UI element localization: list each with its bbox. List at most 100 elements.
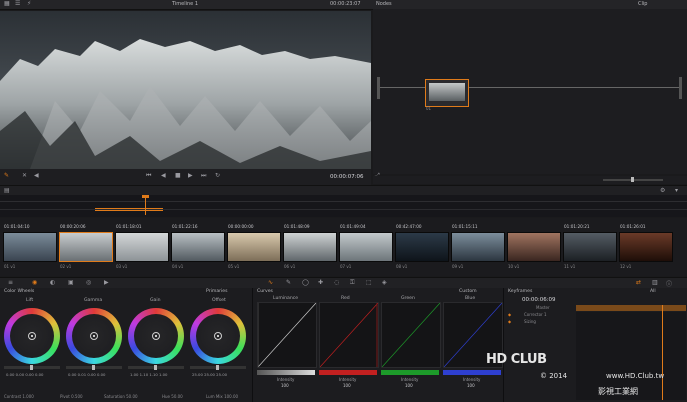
- offset-wheel[interactable]: [190, 308, 246, 364]
- clip-thumbnail[interactable]: [563, 232, 617, 262]
- skip-forward-icon[interactable]: ⏭: [201, 172, 206, 180]
- clip-thumbnail[interactable]: [227, 232, 281, 262]
- timeline-icon[interactable]: ▤: [4, 187, 10, 194]
- track-master[interactable]: Master: [536, 305, 550, 311]
- viewer[interactable]: [0, 11, 371, 169]
- node-input[interactable]: [377, 77, 380, 99]
- track-toggle-icon[interactable]: ◆: [508, 319, 511, 325]
- clip-thumbnail[interactable]: [283, 232, 337, 262]
- play-icon[interactable]: ▶: [188, 172, 193, 179]
- playhead-marker[interactable]: [142, 195, 149, 198]
- contrast-value[interactable]: Contrast 1.000: [4, 394, 34, 400]
- intensity-value[interactable]: 100: [343, 383, 351, 388]
- sizing-icon[interactable]: ⬚: [366, 279, 372, 286]
- intensity-value[interactable]: 100: [467, 383, 475, 388]
- gamma-wheel[interactable]: [66, 308, 122, 364]
- clip-thumbnail[interactable]: [619, 232, 673, 262]
- keyframe-playhead[interactable]: [662, 305, 663, 400]
- settings-icon[interactable]: ⚙: [660, 187, 665, 194]
- wheel-puck[interactable]: [214, 332, 222, 340]
- tracker-icon[interactable]: ✚: [318, 279, 323, 286]
- wheel-puck[interactable]: [28, 332, 36, 340]
- luminance-curve[interactable]: [257, 302, 317, 368]
- master-slider[interactable]: [66, 365, 122, 370]
- blur-icon[interactable]: ◌: [334, 279, 339, 286]
- intensity-value[interactable]: 100: [405, 383, 413, 388]
- curves-mode-selector[interactable]: Custom: [459, 289, 477, 295]
- camera-icon[interactable]: ◎: [86, 279, 91, 286]
- wand-icon[interactable]: ⚡: [27, 0, 31, 7]
- track-toggle-icon[interactable]: ◆: [508, 312, 511, 318]
- qualifier-icon[interactable]: ✎: [286, 279, 291, 286]
- keyframe-filter[interactable]: All: [650, 289, 656, 295]
- playhead[interactable]: [145, 197, 146, 215]
- hue-value[interactable]: Hue 50.00: [162, 394, 183, 400]
- keyframe-icon[interactable]: ⇄: [636, 279, 641, 286]
- intensity-value[interactable]: 100: [281, 383, 289, 388]
- lift-wheel[interactable]: [4, 308, 60, 364]
- luminance-intensity-bar[interactable]: [257, 370, 315, 375]
- wheels-mode-selector[interactable]: Primaries: [206, 289, 228, 295]
- track-corrector[interactable]: Corrector 1: [524, 312, 547, 318]
- lum-mix-value[interactable]: Lum Mix 100.00: [206, 394, 238, 400]
- clip-thumbnail[interactable]: [171, 232, 225, 262]
- clip-thumbnail[interactable]: [507, 232, 561, 262]
- 3d-icon[interactable]: ◈: [382, 279, 387, 286]
- clip-thumbnail-selected[interactable]: [59, 232, 113, 262]
- wheel-puck[interactable]: [90, 332, 98, 340]
- master-slider[interactable]: [190, 365, 246, 370]
- keyframe-ruler[interactable]: [576, 305, 686, 311]
- timeline-ruler[interactable]: [0, 195, 687, 217]
- clip-track: v1: [10, 264, 16, 269]
- clip-number: 11: [564, 264, 570, 269]
- saturation-value[interactable]: Saturation 50.00: [104, 394, 138, 400]
- node-editor[interactable]: 01: [373, 9, 687, 174]
- master-slider[interactable]: [4, 365, 60, 370]
- grid-icon[interactable]: ▦: [4, 0, 10, 7]
- clip-track: v1: [122, 264, 128, 269]
- curves-icon[interactable]: ∿: [268, 279, 273, 286]
- zoom-slider-handle[interactable]: [631, 177, 634, 182]
- clip-thumbnail[interactable]: [395, 232, 449, 262]
- clip-label[interactable]: Clip: [638, 1, 647, 7]
- wheel-puck[interactable]: [152, 332, 160, 340]
- blue-intensity-bar[interactable]: [443, 370, 501, 375]
- scope-icon[interactable]: ▥: [652, 279, 658, 286]
- clip-thumbnail[interactable]: [451, 232, 505, 262]
- clip-number: 08: [396, 264, 402, 269]
- green-intensity-bar[interactable]: [381, 370, 439, 375]
- window-icon[interactable]: ◯: [302, 279, 309, 286]
- keyframes-panel: Keyframes All 00:00:06:09 Master ◆ Corre…: [503, 288, 687, 402]
- filter-icon[interactable]: ▾: [675, 187, 678, 194]
- node-output[interactable]: [679, 77, 682, 99]
- lut-icon[interactable]: ▣: [68, 279, 74, 286]
- skip-back-icon[interactable]: ⏮: [146, 172, 151, 180]
- color-wheel-icon[interactable]: ◉: [32, 279, 37, 286]
- hsl-icon[interactable]: ◐: [50, 279, 55, 286]
- info-icon[interactable]: ⓘ: [666, 279, 672, 288]
- master-slider[interactable]: [128, 365, 184, 370]
- clip-thumbnail[interactable]: [339, 232, 393, 262]
- key-icon[interactable]: ⚿: [350, 279, 355, 287]
- intensity-label: Intensity: [339, 377, 357, 382]
- play-reverse-icon[interactable]: ◀: [161, 172, 166, 179]
- speaker-icon[interactable]: ◀: [34, 172, 39, 179]
- track-sizing[interactable]: Sizing: [524, 319, 536, 325]
- loop-icon[interactable]: ↻: [215, 172, 220, 179]
- clip-thumbnail[interactable]: [115, 232, 169, 262]
- pivot-value[interactable]: Pivot 0.500: [60, 394, 83, 400]
- shuffle-icon[interactable]: ✕: [22, 172, 27, 179]
- green-curve[interactable]: [381, 302, 441, 368]
- sliders-icon[interactable]: ≡: [8, 279, 13, 286]
- timeline-name[interactable]: Timeline 1: [172, 1, 198, 7]
- red-intensity-bar[interactable]: [319, 370, 377, 375]
- gain-wheel[interactable]: [128, 308, 184, 364]
- stop-icon[interactable]: ■: [175, 172, 181, 179]
- corrector-node[interactable]: [425, 79, 469, 107]
- list-icon[interactable]: ☰: [15, 0, 20, 7]
- clip-number: 02: [60, 264, 66, 269]
- motion-icon[interactable]: ▶: [104, 279, 109, 286]
- pen-icon[interactable]: ✎: [4, 172, 9, 179]
- clip-thumbnail[interactable]: [3, 232, 57, 262]
- red-curve[interactable]: [319, 302, 379, 368]
